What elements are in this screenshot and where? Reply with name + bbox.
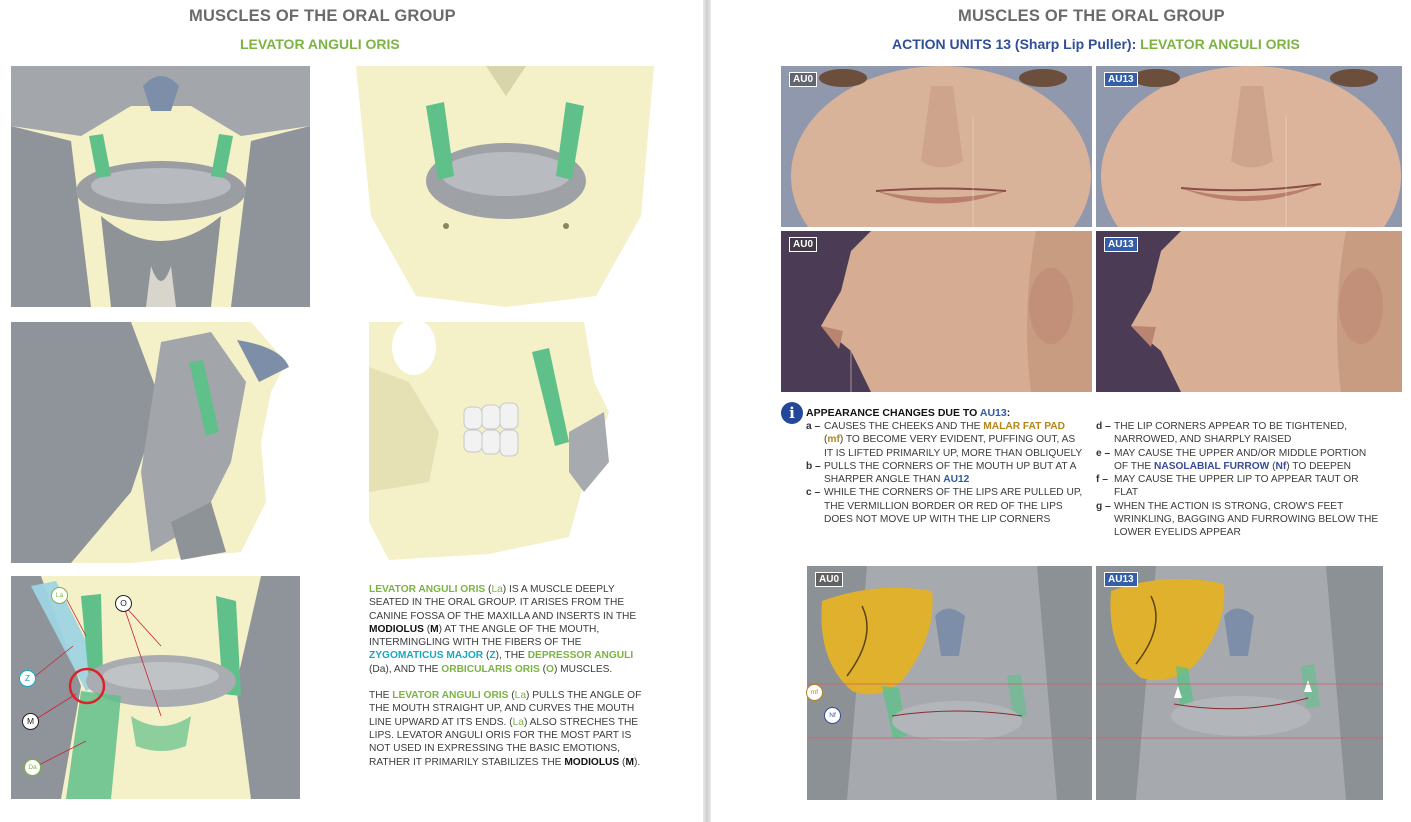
photo-front-au13: AU13 <box>1096 66 1402 227</box>
label-la: La <box>51 587 68 604</box>
appearance-item: e – MAY CAUSE THE UPPER AND/OR MIDDLE POR… <box>1096 447 1381 474</box>
subtitle-prefix: ACTION UNITS <box>892 36 996 52</box>
appearance-item-key: f – <box>1096 474 1108 486</box>
text-run: Nf <box>1275 460 1287 472</box>
text-run: ), THE <box>495 650 528 662</box>
text-run: WHEN THE ACTION IS STRONG, CROW'S FEET W… <box>1114 500 1379 539</box>
lateral-muscle-illustration <box>11 322 310 563</box>
text-run: O <box>546 663 554 675</box>
text-run: MODIOLUS <box>564 756 620 768</box>
appearance-heading: APPEARANCE CHANGES DUE TO AU13: <box>806 407 1010 419</box>
appearance-item: f – MAY CAUSE THE UPPER LIP TO APPEAR TAU… <box>1096 473 1381 500</box>
frontal-skull-illustration <box>356 66 654 307</box>
label-z: Z <box>19 670 36 687</box>
text-run: La <box>491 584 503 595</box>
photo-front-neutral: AU0 <box>781 66 1092 227</box>
text-run: ). <box>633 756 641 768</box>
text-run: mf <box>827 434 840 446</box>
appearance-item: b – PULLS THE CORNERS OF THE MOUTH UP BUT… <box>806 460 1083 487</box>
text-run: WHILE THE CORNERS OF THE LIPS ARE PULLED… <box>824 487 1083 526</box>
photo-tag-au13-front: AU13 <box>1104 72 1138 87</box>
muscle-description: LEVATOR ANGULI ORIS (La) IS A MUSCLE DEE… <box>369 583 644 782</box>
appearance-heading-suffix: : <box>1006 407 1011 419</box>
left-page-subtitle: LEVATOR ANGULI ORIS <box>240 36 400 52</box>
photo-profile-neutral: AU0 <box>781 231 1092 392</box>
appearance-heading-prefix: APPEARANCE CHANGES DUE TO <box>806 407 980 419</box>
subtitle-muscle: LEVATOR ANGULI ORIS <box>1140 36 1300 52</box>
photo-tag-au13-profile: AU13 <box>1104 237 1138 252</box>
text-run: M <box>430 623 439 635</box>
photo-tag-au0-profile: AU0 <box>789 237 818 252</box>
text-run: ) TO DEEPEN <box>1286 460 1351 472</box>
label-mf: mf <box>806 684 823 701</box>
label-o: O <box>115 595 132 612</box>
text-run: AU12 <box>943 474 970 486</box>
appearance-item-key: d – <box>1096 421 1111 432</box>
label-nf: Nf <box>824 707 841 724</box>
labeled-muscle-illustration <box>11 576 300 799</box>
subtitle-paren: (Sharp Lip Puller): <box>1011 36 1141 52</box>
fat-pad-illustration-au0: AU0 <box>807 566 1092 800</box>
lateral-skull-illustration <box>369 322 612 560</box>
appearance-item: d – THE LIP CORNERS APPEAR TO BE TIGHTENE… <box>1096 420 1381 447</box>
text-run: MAY CAUSE THE UPPER LIP TO APPEAR TAUT O… <box>1114 474 1359 499</box>
text-run: ) MUSCLES. <box>553 663 613 675</box>
text-run: DEPRESSOR ANGULI <box>527 650 634 662</box>
book-gutter <box>703 0 711 822</box>
text-run: LEVATOR ANGULI ORIS <box>392 690 509 702</box>
right-page-title: MUSCLES OF THE ORAL GROUP <box>958 7 1225 25</box>
appearance-heading-au: AU13 <box>979 407 1007 419</box>
right-page-subtitle: ACTION UNITS 13 (Sharp Lip Puller): LEVA… <box>892 36 1300 52</box>
appearance-item-key: b – <box>806 460 821 472</box>
appearance-list-right: d – THE LIP CORNERS APPEAR TO BE TIGHTENE… <box>1096 420 1381 540</box>
text-run: ZYGOMATICUS MAJOR <box>369 650 484 662</box>
description-paragraph-1: LEVATOR ANGULI ORIS (La) IS A MUSCLE DEE… <box>369 583 644 676</box>
info-icon: i <box>781 402 803 424</box>
photo-tag-au13-illustration: AU13 <box>1104 572 1138 587</box>
subtitle-au-number: 13 <box>995 36 1012 52</box>
frontal-muscle-illustration <box>11 66 310 307</box>
text-run: CAUSES THE CHEEKS AND THE <box>824 421 984 432</box>
appearance-item: g – WHEN THE ACTION IS STRONG, CROW'S FEE… <box>1096 500 1381 540</box>
label-da: Da <box>24 759 41 776</box>
label-m: M <box>22 713 39 730</box>
text-run: MALAR FAT PAD <box>983 421 1065 432</box>
appearance-item: c – WHILE THE CORNERS OF THE LIPS ARE PUL… <box>806 486 1083 526</box>
left-page-title: MUSCLES OF THE ORAL GROUP <box>189 7 456 25</box>
description-paragraph-2: THE LEVATOR ANGULI ORIS (La) PULLS THE A… <box>369 689 644 769</box>
appearance-item-key: g – <box>1096 500 1111 512</box>
left-page: MUSCLES OF THE ORAL GROUP LEVATOR ANGULI… <box>0 0 703 822</box>
photo-tag-au0-illustration: AU0 <box>815 572 844 587</box>
text-run: La <box>514 690 527 702</box>
appearance-item: a – CAUSES THE CHEEKS AND THE MALAR FAT P… <box>806 420 1083 460</box>
text-run: ) TO BECOME VERY EVIDENT, PUFFING OUT, A… <box>824 434 1083 459</box>
text-run: M <box>625 756 634 768</box>
text-run: THE LIP CORNERS APPEAR TO BE TIGHTENED, … <box>1114 421 1348 446</box>
text-run: MODIOLUS <box>369 623 424 635</box>
appearance-list-left: a – CAUSES THE CHEEKS AND THE MALAR FAT P… <box>806 420 1083 526</box>
text-run: (Da), AND THE <box>369 663 442 675</box>
text-run: ORBICULARIS ORIS <box>441 663 540 675</box>
text-run: NASOLABIAL FURROW <box>1154 460 1270 472</box>
text-run: LEVATOR ANGULI ORIS <box>369 584 486 595</box>
text-run: La <box>512 716 524 728</box>
appearance-item-key: e – <box>1096 447 1111 459</box>
appearance-item-key: c – <box>806 487 821 499</box>
appearance-item-key: a – <box>806 421 821 432</box>
text-run: THE <box>369 690 393 702</box>
fat-pad-illustration-au13: AU13 <box>1096 566 1383 800</box>
photo-tag-au0: AU0 <box>789 72 818 87</box>
photo-profile-au13: AU13 <box>1096 231 1402 392</box>
